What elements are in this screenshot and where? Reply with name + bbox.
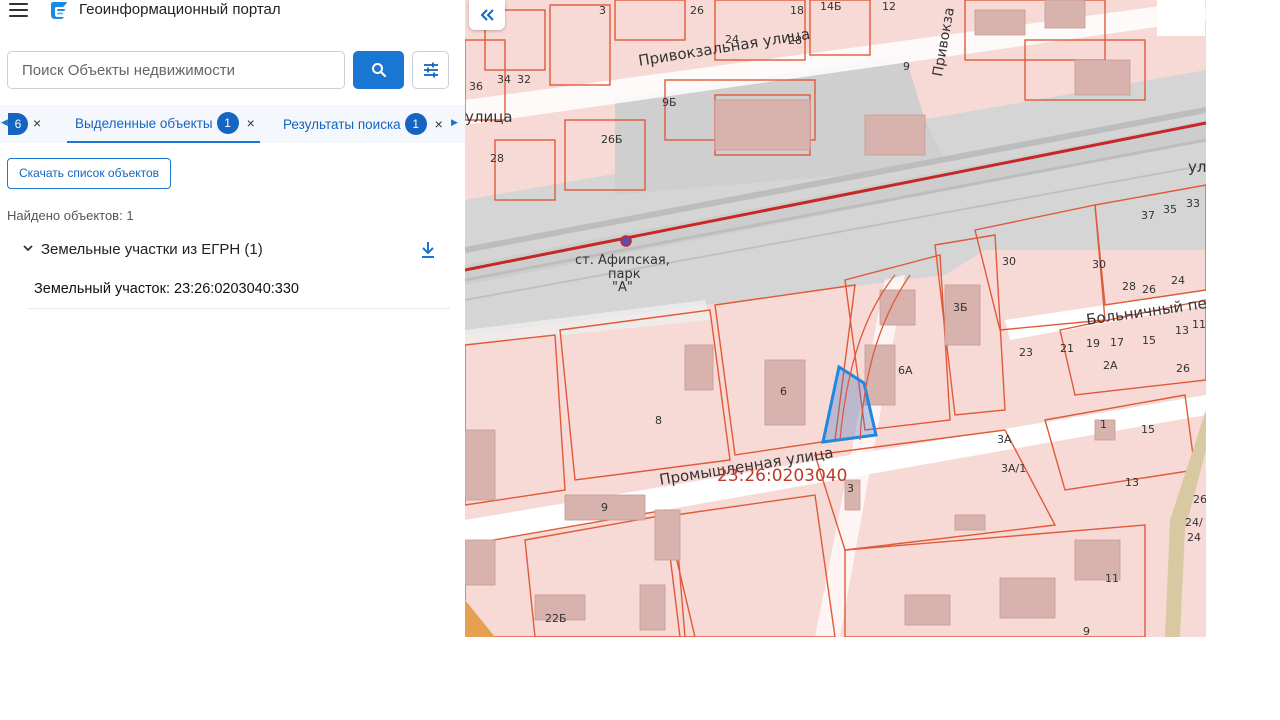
portal-logo-icon xyxy=(51,2,67,19)
house-number: 9Б xyxy=(662,96,677,109)
house-number: 3А xyxy=(997,433,1012,446)
filter-button[interactable] xyxy=(412,51,449,89)
house-number: 21 xyxy=(1060,342,1074,355)
house-number: 9 xyxy=(601,501,608,514)
station-label-line3: "А" xyxy=(612,280,633,295)
house-number: 3Б xyxy=(953,301,968,314)
cadastral-quarter-label: 23:26:0203040 xyxy=(717,466,848,486)
results-tabs: ◀ 6 × Выделенные объекты 1 × Результаты … xyxy=(0,105,465,143)
house-number: 24 xyxy=(1171,274,1185,287)
app-title: Геоинформационный портал xyxy=(79,1,281,18)
result-group-title: Земельные участки из ЕГРН (1) xyxy=(41,241,263,258)
house-number: 24 xyxy=(725,33,739,46)
download-list-button[interactable]: Скачать список объектов xyxy=(7,158,172,189)
tab-search-results[interactable]: Результаты поиска 1 × xyxy=(283,105,443,143)
house-number: 2А xyxy=(1103,359,1118,372)
house-number: 26 xyxy=(1142,283,1156,296)
list-item[interactable]: Земельный участок: 23:26:0203040:330 xyxy=(27,276,450,309)
house-number: 32 xyxy=(517,73,531,86)
house-number: 23 xyxy=(1019,346,1033,359)
house-number: 26 xyxy=(1193,493,1206,506)
tune-filter-icon xyxy=(423,62,438,78)
house-number: 15 xyxy=(1142,334,1156,347)
house-number: 6А xyxy=(898,364,913,377)
house-number: 26 xyxy=(690,4,704,17)
house-number: 13 xyxy=(1125,476,1139,489)
house-number: 33 xyxy=(1186,197,1200,210)
house-number: 17 xyxy=(1110,336,1124,349)
house-number: 24 xyxy=(1187,531,1201,544)
tabs-scroll-right-icon[interactable]: ▶ xyxy=(451,117,458,128)
house-number: 37 xyxy=(1141,209,1155,222)
tab-badge: 1 xyxy=(404,113,427,135)
house-number: 24/ xyxy=(1185,516,1203,529)
house-number: 15 xyxy=(1141,423,1155,436)
search-input[interactable] xyxy=(7,51,345,89)
house-number: 26 xyxy=(1176,362,1190,375)
station-label-line1: ст. Афипская, xyxy=(575,253,670,268)
house-number: 19 xyxy=(1086,337,1100,350)
chevron-down-icon[interactable] xyxy=(22,242,34,254)
street-label-ulitsa: улица xyxy=(465,108,513,126)
house-number: 28 xyxy=(1122,280,1136,293)
house-number: 30 xyxy=(1092,258,1106,271)
house-number: 18 xyxy=(790,4,804,17)
tab-partial-badge: 6 xyxy=(8,113,28,135)
tab-close-icon[interactable]: × xyxy=(435,116,443,132)
app-header: Геоинформационный портал xyxy=(0,0,465,22)
tab-partial-close-icon[interactable]: × xyxy=(33,115,41,131)
download-icon[interactable] xyxy=(419,240,437,260)
house-number: 35 xyxy=(1163,203,1177,216)
tabs-scroll-left-icon[interactable]: ◀ xyxy=(1,117,8,128)
hamburger-menu-icon[interactable] xyxy=(9,2,29,18)
tab-badge: 1 xyxy=(216,112,239,134)
house-number: 3 xyxy=(599,4,606,17)
tab-selected-objects[interactable]: Выделенные объекты 1 × xyxy=(67,105,260,143)
double-chevron-left-icon xyxy=(480,9,494,21)
search-button[interactable] xyxy=(353,51,404,89)
cadastral-map[interactable]: Привокзальная улица Промышленная улица П… xyxy=(465,0,1206,637)
result-item-label: Земельный участок: 23:26:0203040:330 xyxy=(34,281,299,297)
house-number: 14Б xyxy=(820,0,842,13)
house-number: 1 xyxy=(1100,418,1107,431)
house-number: 34 xyxy=(497,73,511,86)
house-number: 8 xyxy=(655,414,662,427)
house-number: 6 xyxy=(780,385,787,398)
tab-label: Результаты поиска xyxy=(283,116,401,132)
result-group-header[interactable]: Земельные участки из ЕГРН (1) xyxy=(0,238,452,264)
house-number: 36 xyxy=(469,80,483,93)
found-count: Найдено объектов: 1 xyxy=(7,208,134,223)
house-number: 30 xyxy=(1002,255,1016,268)
house-number: 9 xyxy=(903,60,910,73)
house-number: 11 xyxy=(1105,572,1119,585)
street-label-ul: ул xyxy=(1188,158,1206,176)
tab-label: Выделенные объекты xyxy=(75,115,213,131)
house-number: 11 xyxy=(1192,318,1206,331)
left-panel: Геоинформационный портал ◀ 6 × Выделенны… xyxy=(0,0,465,720)
house-number: 26Б xyxy=(601,133,623,146)
house-number: 28 xyxy=(490,152,504,165)
house-number: 12 xyxy=(882,0,896,13)
house-number: 3 xyxy=(847,482,854,495)
house-number: 13 xyxy=(1175,324,1189,337)
house-number: 22Б xyxy=(545,612,567,625)
map-corner-panel xyxy=(1157,0,1205,36)
house-number: 9 xyxy=(1083,625,1090,637)
collapse-panel-button[interactable] xyxy=(469,0,505,30)
house-number: 3А/1 xyxy=(1001,462,1027,475)
house-number: 28 xyxy=(788,34,802,47)
tab-close-icon[interactable]: × xyxy=(247,115,255,131)
search-icon xyxy=(371,63,386,78)
